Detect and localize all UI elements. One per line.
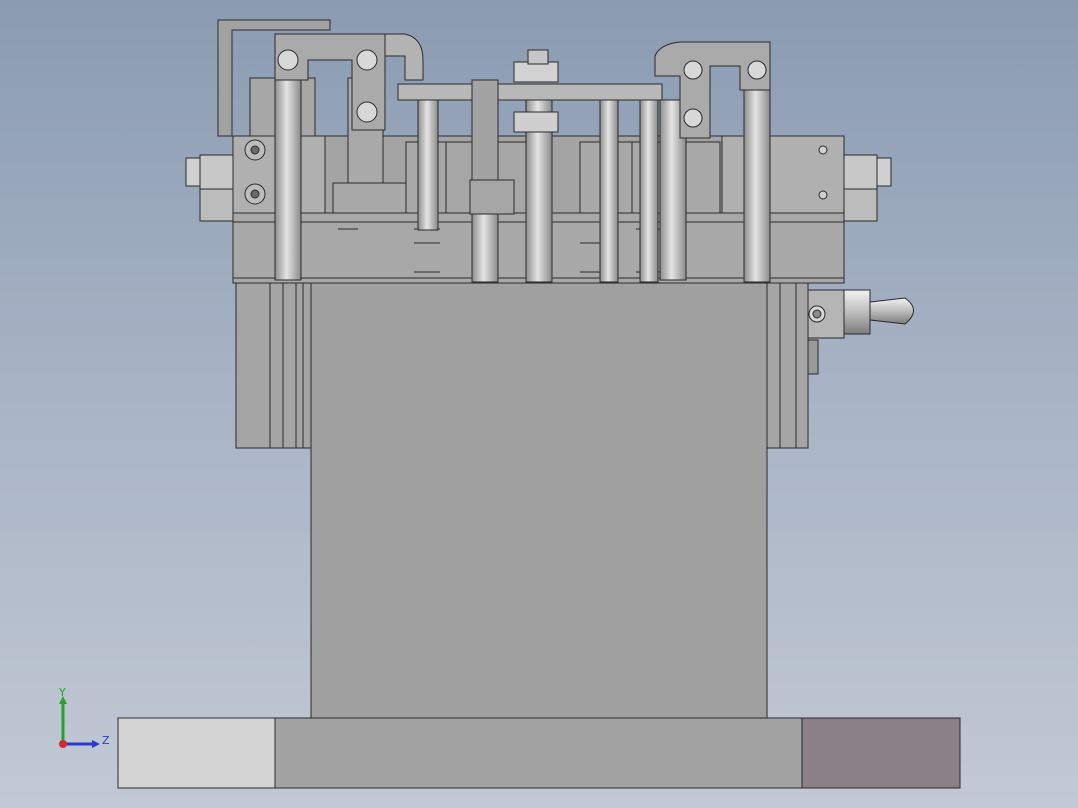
fixture-assembly-model[interactable]: [0, 0, 1078, 808]
x-axis-dot: [59, 740, 67, 748]
y-axis-label: Y: [58, 686, 66, 699]
left-side-flange: [235, 282, 312, 449]
right-fitting: [843, 154, 892, 222]
left-fitting: [185, 154, 234, 222]
clamp-handle: [807, 289, 914, 339]
cad-viewport[interactable]: Y Z: [0, 0, 1078, 808]
base-plate-middle: [274, 717, 803, 789]
axis-triad: Y Z: [58, 686, 110, 748]
base-plate-right: [801, 717, 961, 789]
main-body-block: [310, 282, 768, 719]
base-plate-left: [117, 717, 276, 789]
z-axis-label: Z: [102, 734, 110, 747]
base-plate: [117, 717, 961, 789]
